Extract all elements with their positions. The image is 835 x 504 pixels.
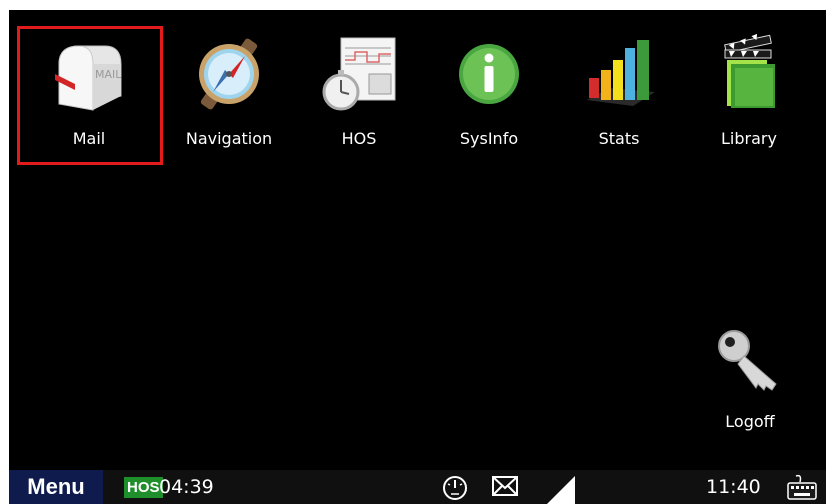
mailbox-icon: MAIL xyxy=(55,45,122,111)
hos-time: 04:39 xyxy=(159,476,214,498)
app-label: SysInfo xyxy=(459,129,519,148)
status-bar: Menu HOS 04:39 11:40 xyxy=(9,470,826,504)
compass-icon xyxy=(199,38,259,110)
books-icon xyxy=(724,34,775,108)
app-stats[interactable]: Stats xyxy=(549,24,689,164)
key-icon xyxy=(718,330,777,391)
clock: 11:40 xyxy=(706,476,761,498)
envelope-icon[interactable] xyxy=(491,474,519,498)
app-label: Mail xyxy=(72,129,106,148)
app-sysinfo[interactable]: SysInfo xyxy=(419,24,559,164)
svg-text:MAIL: MAIL xyxy=(95,68,122,81)
home-screen: MAIL Mail Navigation HOS SysInfo Stats L… xyxy=(9,10,826,504)
logoff-button[interactable]: Logoff xyxy=(695,326,805,446)
app-library[interactable]: Library xyxy=(679,24,819,164)
app-hos[interactable]: HOS xyxy=(289,24,429,164)
hos-badge: HOS xyxy=(124,477,163,498)
keyboard-icon[interactable] xyxy=(786,472,818,502)
menu-button[interactable]: Menu xyxy=(9,470,103,504)
logbook-stopwatch-icon xyxy=(322,37,396,111)
app-mail[interactable]: MAIL Mail xyxy=(17,24,163,165)
logoff-label: Logoff xyxy=(725,412,775,431)
signal-strength-icon xyxy=(547,476,575,504)
info-icon xyxy=(459,44,519,104)
app-label: Library xyxy=(721,129,777,148)
app-label: Navigation xyxy=(185,129,273,148)
app-navigation[interactable]: Navigation xyxy=(159,24,299,164)
app-label: Stats xyxy=(598,129,640,148)
app-label: HOS xyxy=(341,129,377,148)
speedometer-icon[interactable] xyxy=(441,474,469,502)
bar-chart-icon xyxy=(587,40,655,106)
